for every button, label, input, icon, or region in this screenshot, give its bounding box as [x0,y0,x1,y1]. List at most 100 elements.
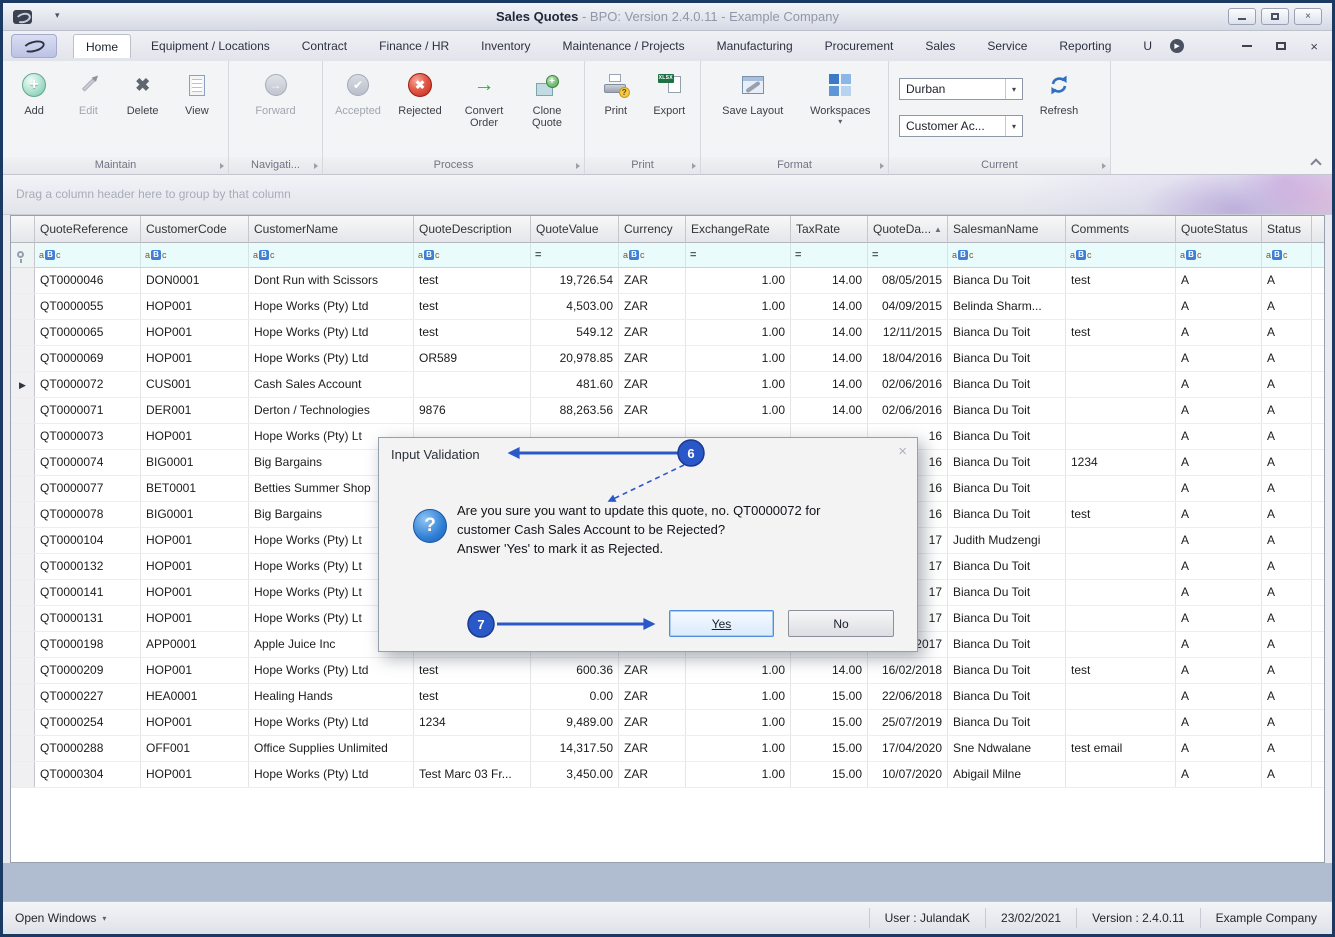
row-indicator[interactable] [11,528,35,553]
column-header-code[interactable]: CustomerCode [141,216,249,243]
cell-salesman[interactable]: Bianca Du Toit [948,710,1066,735]
cell-comments[interactable] [1066,762,1176,787]
filter-cell-comments[interactable]: aBc [1066,243,1176,268]
table-row[interactable]: QT0000209 HOP001 Hope Works (Pty) Ltd test 6… [11,658,1324,684]
cell-qstatus[interactable]: A [1176,658,1262,683]
cell-ref[interactable]: QT0000304 [35,762,141,787]
cell-comments[interactable] [1066,294,1176,319]
cell-comments[interactable]: test [1066,268,1176,293]
row-indicator[interactable] [11,736,35,761]
cell-tax[interactable]: 14.00 [791,268,868,293]
cell-date[interactable]: 17/04/2020 [868,736,948,761]
cell-qstatus[interactable]: A [1176,320,1262,345]
cell-salesman[interactable]: Bianca Du Toit [948,632,1066,657]
group-by-bar[interactable]: Drag a column header here to group by th… [3,175,1332,215]
table-row[interactable]: QT0000046 DON0001 Dont Run with Scissors te… [11,268,1324,294]
cell-tax[interactable]: 14.00 [791,294,868,319]
cell-status[interactable]: A [1262,346,1312,371]
tab-home[interactable]: Home [73,34,132,58]
add-button[interactable]: + Add [7,65,61,155]
cell-currency[interactable]: ZAR [619,372,686,397]
cell-exchange[interactable]: 1.00 [686,736,791,761]
selected-row-indicator[interactable]: ▶ [11,372,35,397]
cell-qstatus[interactable]: A [1176,606,1262,631]
cell-value[interactable]: 20,978.85 [531,346,619,371]
dialog-close-icon[interactable]: × [898,443,907,460]
cell-exchange[interactable]: 1.00 [686,710,791,735]
cell-salesman[interactable]: Bianca Du Toit [948,346,1066,371]
cell-desc[interactable]: Test Marc 03 Fr... [414,762,531,787]
view-button[interactable]: View [170,65,224,155]
cell-comments[interactable] [1066,710,1176,735]
cell-desc[interactable]: test [414,658,531,683]
cell-date[interactable]: 10/07/2020 [868,762,948,787]
table-row[interactable]: QT0000065 HOP001 Hope Works (Pty) Ltd test 5… [11,320,1324,346]
cell-desc[interactable]: test [414,320,531,345]
cell-date[interactable]: 12/11/2015 [868,320,948,345]
cell-qstatus[interactable]: A [1176,762,1262,787]
cell-salesman[interactable]: Bianca Du Toit [948,658,1066,683]
cell-ref[interactable]: QT0000141 [35,580,141,605]
filter-cell-date[interactable]: = [868,243,948,268]
cell-desc[interactable]: test [414,684,531,709]
cell-code[interactable]: HOP001 [141,320,249,345]
row-indicator[interactable] [11,294,35,319]
row-indicator[interactable] [11,502,35,527]
cell-tax[interactable]: 14.00 [791,658,868,683]
cell-qstatus[interactable]: A [1176,398,1262,423]
cell-tax[interactable]: 15.00 [791,710,868,735]
row-indicator[interactable] [11,606,35,631]
cell-ref[interactable]: QT0000074 [35,450,141,475]
column-header-value[interactable]: QuoteValue [531,216,619,243]
row-indicator[interactable] [11,710,35,735]
tab-manufacturing[interactable]: Manufacturing [705,34,805,58]
filter-cell-value[interactable]: = [531,243,619,268]
cell-ref[interactable]: QT0000227 [35,684,141,709]
cell-tax[interactable]: 15.00 [791,684,868,709]
accepted-button[interactable]: ✔ Accepted [327,65,389,155]
rejected-button[interactable]: ✖ Rejected [389,65,451,155]
cell-comments[interactable]: test [1066,658,1176,683]
cell-salesman[interactable]: Bianca Du Toit [948,684,1066,709]
cell-name[interactable]: Hope Works (Pty) Ltd [249,710,414,735]
cell-salesman[interactable]: Bianca Du Toit [948,476,1066,501]
forward-button[interactable]: → Forward [248,65,304,155]
cell-code[interactable]: CUS001 [141,372,249,397]
cell-comments[interactable]: test [1066,320,1176,345]
cell-name[interactable]: Hope Works (Pty) Ltd [249,762,414,787]
filter-cell-salesman[interactable]: aBc [948,243,1066,268]
tab-procurement[interactable]: Procurement [813,34,906,58]
cell-value[interactable]: 14,317.50 [531,736,619,761]
refresh-button[interactable]: Refresh [1023,65,1095,155]
cell-salesman[interactable]: Bianca Du Toit [948,398,1066,423]
tab-equipment-locations[interactable]: Equipment / Locations [139,34,282,58]
cell-qstatus[interactable]: A [1176,502,1262,527]
cell-value[interactable]: 0.00 [531,684,619,709]
cell-code[interactable]: BIG0001 [141,502,249,527]
cell-code[interactable]: HOP001 [141,658,249,683]
table-row[interactable]: QT0000055 HOP001 Hope Works (Pty) Ltd test 4… [11,294,1324,320]
cell-qstatus[interactable]: A [1176,580,1262,605]
table-row[interactable]: QT0000288 OFF001 Office Supplies Unlimited… [11,736,1324,762]
cell-value[interactable]: 4,503.00 [531,294,619,319]
cell-ref[interactable]: QT0000071 [35,398,141,423]
cell-ref[interactable]: QT0000288 [35,736,141,761]
no-button[interactable]: No [788,610,894,637]
convert-order-button[interactable]: → Convert Order [451,65,517,155]
column-header-tax[interactable]: TaxRate [791,216,868,243]
cell-comments[interactable] [1066,346,1176,371]
cell-currency[interactable]: ZAR [619,710,686,735]
column-header-comments[interactable]: Comments [1066,216,1176,243]
cell-qstatus[interactable]: A [1176,736,1262,761]
cell-code[interactable]: HOP001 [141,606,249,631]
mdi-restore-icon[interactable] [1276,42,1287,50]
cell-currency[interactable]: ZAR [619,762,686,787]
edit-button[interactable]: Edit [61,65,115,155]
cell-salesman[interactable]: Bianca Du Toit [948,268,1066,293]
cell-tax[interactable]: 15.00 [791,762,868,787]
tab-contract[interactable]: Contract [290,34,359,58]
table-row[interactable]: QT0000069 HOP001 Hope Works (Pty) Ltd OR589… [11,346,1324,372]
collapse-ribbon-icon[interactable] [1310,158,1322,170]
cell-tax[interactable]: 14.00 [791,372,868,397]
cell-ref[interactable]: QT0000209 [35,658,141,683]
